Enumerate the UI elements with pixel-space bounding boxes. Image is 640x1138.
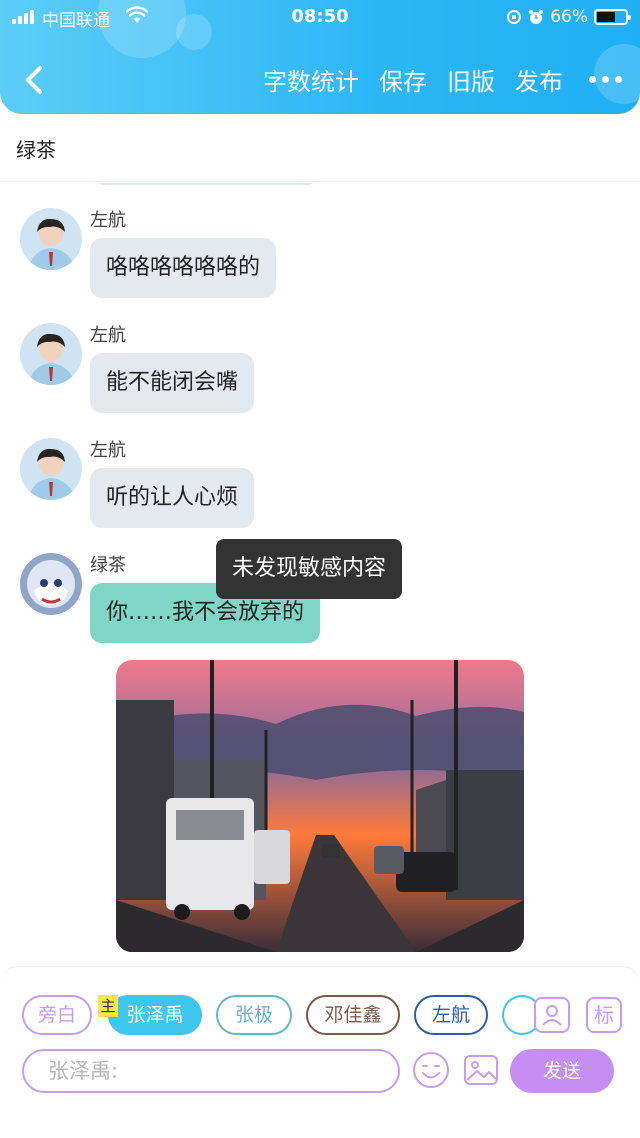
word-count-button[interactable]: 字数统计	[263, 62, 359, 97]
role-chip[interactable]: 左航	[414, 995, 488, 1035]
sender-name: 左航	[90, 440, 126, 461]
emoji-icon[interactable]	[412, 1051, 450, 1089]
role-chip[interactable]: 邓佳鑫	[306, 995, 400, 1035]
role-chip[interactable]: 旁白	[22, 995, 92, 1035]
status-indicators: 66%	[506, 6, 631, 28]
role-chip[interactable]: 张极	[216, 995, 292, 1035]
send-button[interactable]: 发送	[510, 1049, 614, 1093]
status-bar: 中国联通 08:50 66%	[0, 0, 640, 34]
message-bubble[interactable]: 听的让人心烦	[90, 468, 255, 528]
chat-area[interactable]: 左航 咯咯咯咯咯咯的 左航 能不能闭会嘴 左航 听的让人心烦 绿茶 你……我不会…	[0, 183, 640, 963]
previous-message-bubble	[96, 183, 316, 185]
avatar[interactable]	[20, 553, 82, 615]
save-button[interactable]: 保存	[379, 62, 427, 97]
composer-panel: 旁白 张泽禹 张极 邓佳鑫 左航 主 标 发送	[0, 966, 640, 1138]
more-dots-icon[interactable]	[589, 76, 622, 83]
chat-title: 绿茶	[16, 138, 56, 162]
publish-button[interactable]: 发布	[515, 62, 563, 97]
header-toolbar: 字数统计 保存 旧版 发布	[263, 62, 622, 97]
image-icon[interactable]	[462, 1051, 500, 1089]
chat-title-row: 绿茶	[0, 114, 640, 182]
battery-level	[597, 12, 616, 22]
role-manage-icon[interactable]	[534, 997, 570, 1033]
back-button[interactable]	[20, 62, 50, 98]
message-bubble[interactable]: 能不能闭会嘴	[90, 353, 255, 413]
message-input[interactable]	[48, 1051, 378, 1091]
app-header: 中国联通 08:50 66% 字数统计 保存 旧版 发布	[0, 0, 640, 114]
sensitive-check-tooltip: 未发现敏感内容	[216, 539, 403, 599]
sender-name: 左航	[90, 210, 126, 231]
old-version-button[interactable]: 旧版	[447, 62, 495, 97]
message-bubble[interactable]: 咯咯咯咯咯咯的	[90, 238, 277, 298]
tag-button[interactable]: 标	[586, 997, 622, 1033]
alarm-icon	[529, 10, 544, 24]
sender-name: 绿茶	[90, 555, 126, 576]
avatar[interactable]	[20, 208, 82, 270]
rotation-lock-icon	[507, 10, 522, 24]
avatar[interactable]	[20, 323, 82, 385]
battery-percent: 66%	[550, 7, 588, 27]
street-sunset-photo[interactable]	[116, 660, 524, 952]
sender-name: 左航	[90, 325, 126, 346]
battery-icon	[594, 9, 631, 25]
message-input-wrapper	[22, 1049, 400, 1093]
avatar[interactable]	[20, 438, 82, 500]
role-chip-active[interactable]: 张泽禹	[108, 995, 202, 1035]
host-badge: 主	[98, 995, 118, 1017]
